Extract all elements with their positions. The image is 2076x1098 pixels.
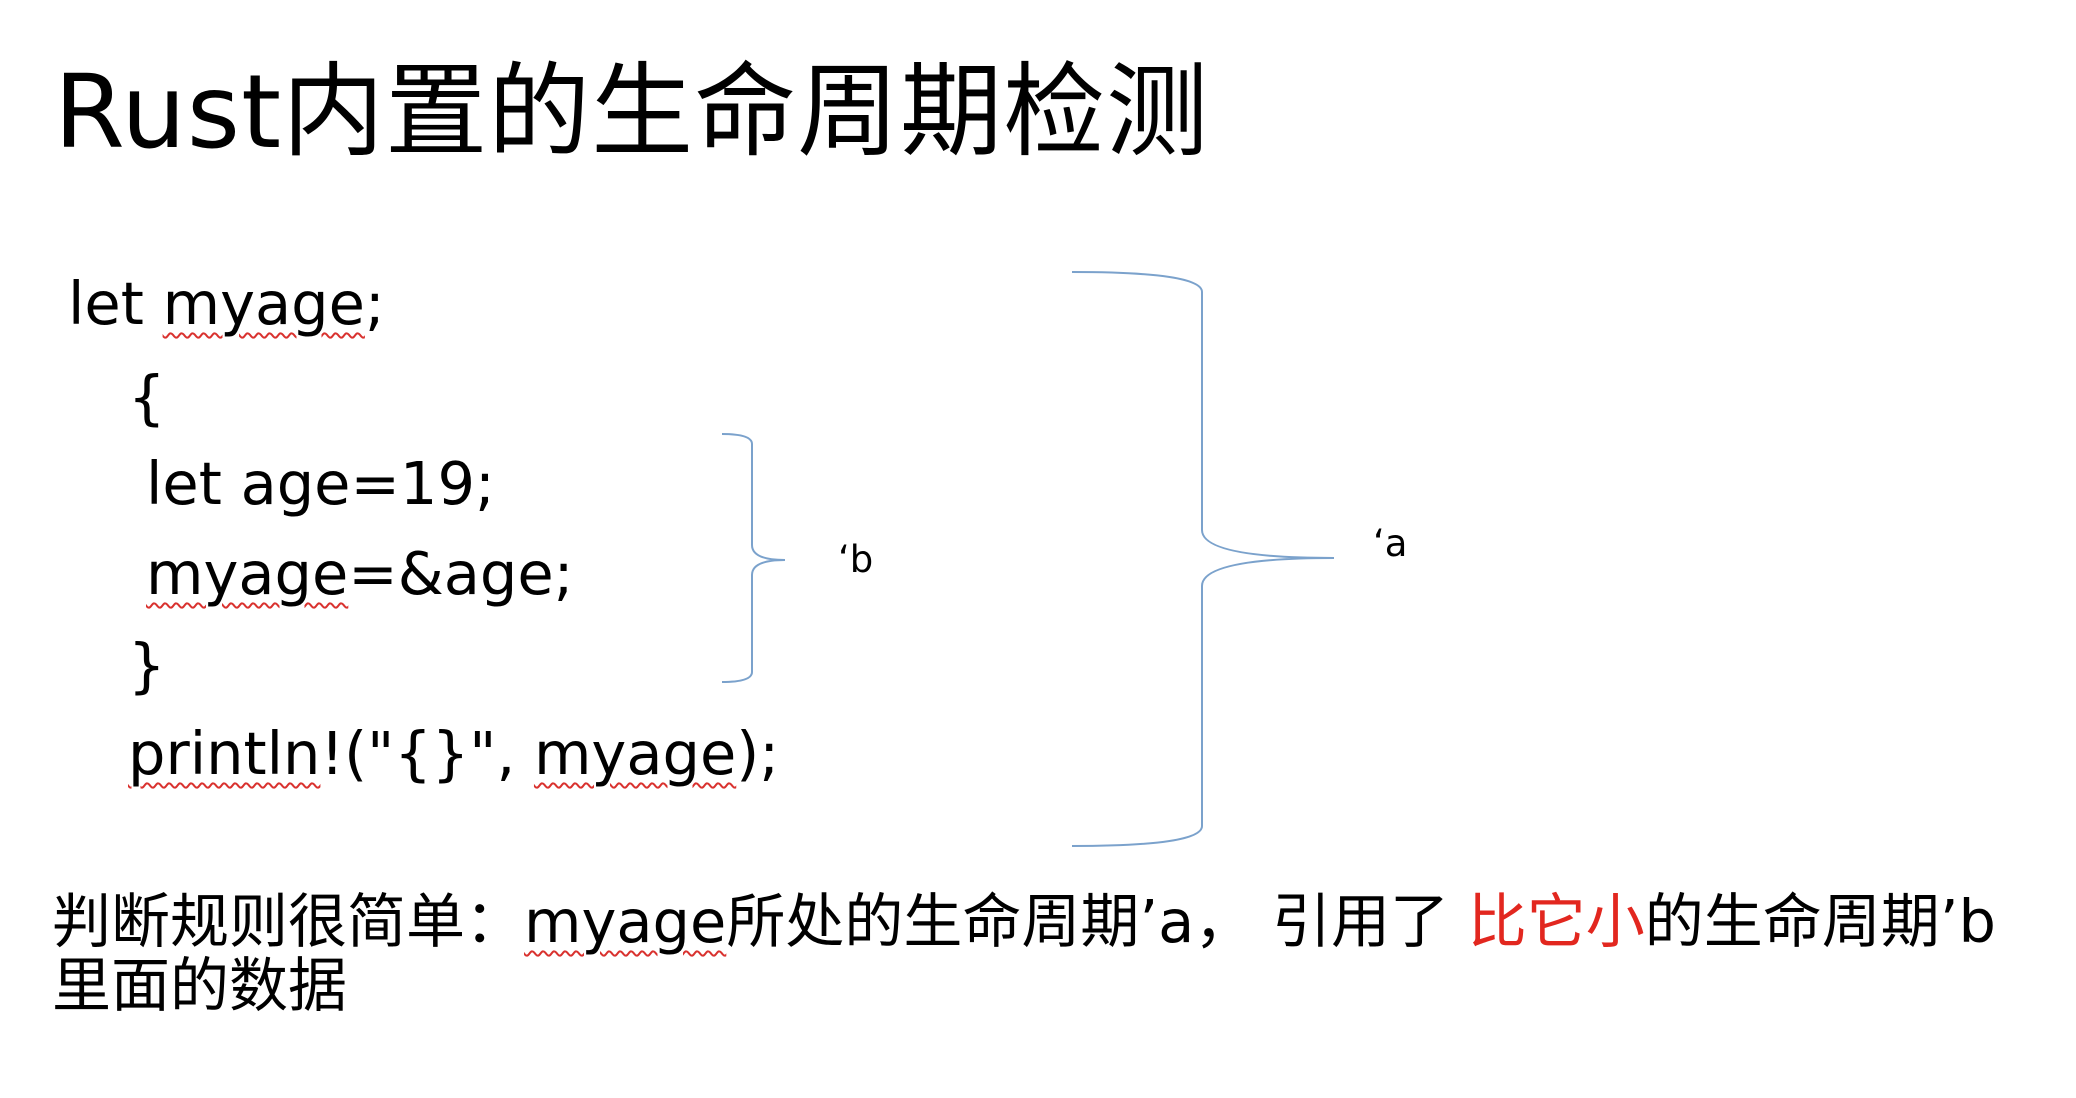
code-var-myage: myage (146, 539, 349, 608)
code-fn-println: println (128, 719, 321, 788)
lifetime-label-b: ‘b (838, 538, 874, 581)
slide: Rust内置的生命周期检测 let myage; { let age=19; m… (0, 0, 2076, 1098)
summary-part-1: 判断规则很简单： (52, 887, 525, 956)
code-close: ); (736, 719, 780, 788)
summary-highlight: 比它小 (1467, 887, 1645, 956)
slide-title: Rust内置的生命周期检测 (54, 53, 1210, 172)
code-var-myage: myage (533, 719, 737, 788)
code-line-1: let myage; (68, 268, 385, 340)
code-line-5: } (128, 631, 166, 700)
code-assign: =&age; (348, 539, 574, 608)
code-line-2: { (128, 363, 166, 432)
code-keyword-let: let (68, 269, 163, 338)
inner-lifetime-brace (721, 433, 786, 683)
lifetime-label-a: ‘a (1373, 522, 1408, 565)
code-var-myage: myage (162, 269, 365, 338)
code-line-3: let age=19; (146, 449, 495, 518)
summary-var-myage: myage (524, 887, 727, 956)
code-semicolon: ; (364, 269, 385, 338)
code-line-4: myage=&age; (146, 538, 574, 610)
outer-lifetime-brace (1071, 271, 1335, 847)
code-args: !("{}", (320, 719, 534, 788)
summary-text: 判断规则很简单：myage所处的生命周期’a， 引用了 比它小的生命周期’b 里… (52, 890, 2042, 1018)
code-line-6: println!("{}", myage); (128, 718, 779, 790)
summary-part-2: 所处的生命周期’a， 引用了 (726, 887, 1468, 956)
